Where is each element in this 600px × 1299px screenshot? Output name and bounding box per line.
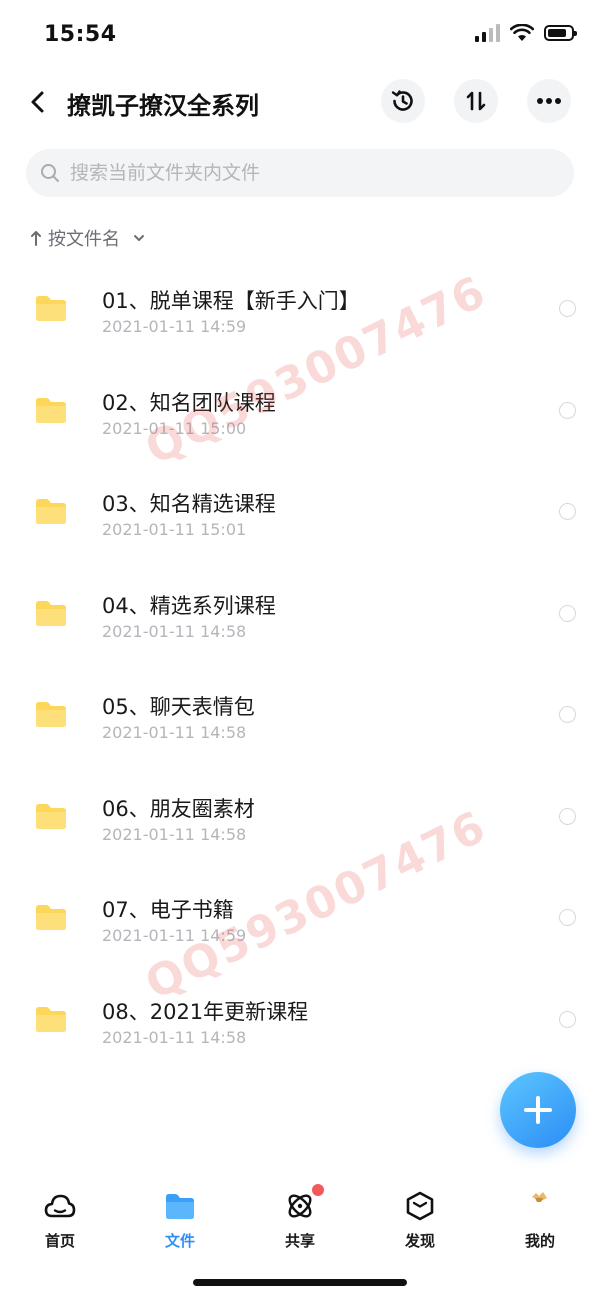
list-item[interactable]: 08、2021年更新课程 2021-01-11 14:58 [0, 969, 600, 1071]
folder-icon [36, 1006, 66, 1032]
folder-icon [36, 600, 66, 626]
orbit-icon [288, 1194, 312, 1218]
home-indicator [193, 1279, 407, 1286]
folder-icon [36, 803, 66, 829]
select-radio[interactable] [559, 807, 576, 825]
select-radio[interactable] [559, 909, 576, 926]
sort-label: 按文件名 [48, 229, 120, 250]
file-date: 2021-01-11 14:59 [102, 926, 247, 945]
list-item[interactable]: 02、知名团队课程 2021-01-11 15:00 [0, 360, 600, 462]
file-name: 01、脱单课程【新手入门】 [102, 289, 360, 313]
chevron-left-icon [31, 91, 44, 113]
list-item[interactable]: 05、聊天表情包 2021-01-11 14:58 [0, 664, 600, 766]
tab-profile[interactable]: 我的 [480, 1180, 600, 1260]
search-input[interactable] [70, 162, 540, 184]
chevron-down-icon [134, 235, 144, 241]
tab-label: 发现 [404, 1232, 435, 1250]
file-date: 2021-01-11 14:59 [102, 317, 247, 336]
list-item[interactable]: 07、电子书籍 2021-01-11 14:59 [0, 867, 600, 969]
history-button[interactable] [381, 79, 425, 123]
history-icon [391, 90, 413, 111]
add-button[interactable] [500, 1072, 576, 1148]
select-radio[interactable] [559, 401, 576, 419]
folder-icon [36, 296, 66, 321]
folder-icon [36, 397, 66, 423]
file-name: 04、精选系列课程 [102, 593, 276, 618]
sort-selector[interactable]: 按文件名 [30, 225, 146, 251]
file-date: 2021-01-11 15:00 [102, 418, 247, 438]
list-item[interactable]: 01、脱单课程【新手入门】 2021-01-11 14:59 [0, 258, 600, 360]
file-date: 2021-01-11 14:58 [102, 723, 247, 742]
notification-dot [312, 1184, 324, 1196]
file-name: 08、2021年更新课程 [102, 999, 309, 1024]
tab-label: 共享 [284, 1232, 315, 1250]
more-icon [537, 98, 561, 104]
cloud-icon [44, 1194, 76, 1218]
tab-share[interactable]: 共享 [240, 1180, 360, 1260]
tab-label: 我的 [524, 1232, 555, 1250]
list-item[interactable]: 06、朋友圈素材 2021-01-11 14:58 [0, 766, 600, 868]
select-radio[interactable] [559, 604, 576, 622]
folder-icon [36, 702, 66, 727]
status-bar: 15:54 [0, 0, 600, 70]
battery-icon [544, 25, 577, 41]
file-date: 2021-01-11 14:58 [102, 824, 247, 844]
file-date: 2021-01-11 15:01 [102, 520, 247, 539]
cube-icon [406, 1191, 434, 1221]
sort-icon [466, 91, 486, 111]
folder-icon [36, 905, 66, 930]
avatar-icon [532, 1192, 547, 1202]
select-radio[interactable] [559, 706, 576, 723]
cellular-signal-icon [475, 24, 500, 42]
search-icon [41, 164, 59, 182]
tab-files[interactable]: 文件 [120, 1180, 240, 1260]
battery-level [548, 29, 566, 37]
status-time: 15:54 [44, 22, 117, 47]
select-radio[interactable] [559, 300, 576, 317]
file-list: 01、脱单课程【新手入门】 2021-01-11 14:59 02、知名团队课程… [0, 258, 600, 1070]
back-button[interactable] [20, 84, 56, 120]
folder-icon [166, 1194, 194, 1219]
more-button[interactable] [527, 79, 571, 123]
file-date: 2021-01-11 14:58 [102, 621, 247, 641]
select-radio[interactable] [559, 503, 576, 520]
page-title: 撩凯子撩汉全系列 [67, 92, 259, 120]
tab-bar: 首页 文件 共享 发现 我的 [0, 1180, 600, 1260]
tab-discover[interactable]: 发现 [360, 1180, 480, 1260]
search-bar[interactable] [26, 149, 574, 197]
tab-label: 首页 [44, 1232, 75, 1250]
tab-home[interactable]: 首页 [0, 1180, 120, 1260]
file-name: 05、聊天表情包 [102, 695, 255, 719]
file-name: 02、知名团队课程 [102, 390, 276, 415]
header: 撩凯子撩汉全系列 [0, 78, 600, 126]
file-date: 2021-01-11 14:58 [102, 1027, 247, 1047]
arrow-up-icon [31, 231, 41, 246]
folder-icon [36, 499, 66, 524]
file-name: 07、电子书籍 [102, 898, 234, 922]
plus-icon [524, 1096, 552, 1124]
tab-label: 文件 [164, 1232, 195, 1250]
file-name: 03、知名精选课程 [102, 492, 276, 516]
list-item[interactable]: 03、知名精选课程 2021-01-11 15:01 [0, 461, 600, 563]
list-item[interactable]: 04、精选系列课程 2021-01-11 14:58 [0, 563, 600, 665]
wifi-icon [510, 24, 534, 41]
file-name: 06、朋友圈素材 [102, 796, 255, 821]
select-radio[interactable] [559, 1010, 576, 1028]
status-icons [475, 24, 577, 42]
sort-button[interactable] [454, 79, 498, 123]
